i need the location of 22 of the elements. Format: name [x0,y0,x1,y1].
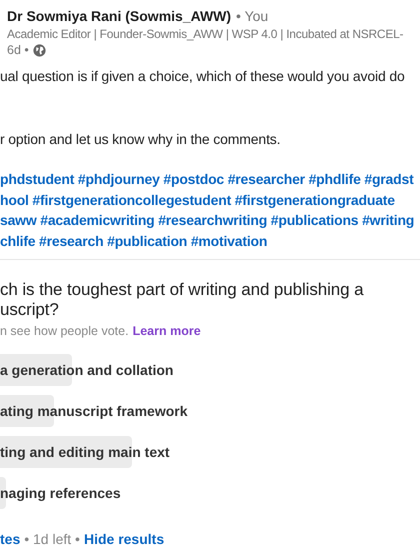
poll-question: ch is the toughest part of writing and publishing a [0,280,365,300]
post-age: 6d • [7,43,29,57]
option-label[interactable]: ating manuscript framework [0,403,188,419]
relation-label: • You [236,8,268,24]
option-label[interactable]: a generation and collation [0,362,174,378]
learn-more-link[interactable]: Learn more [132,324,201,338]
hashtag-line[interactable]: saww #academicwriting #researchwriting #publications #writing [0,210,420,230]
option-label[interactable]: ting and editing main text [0,444,170,460]
globe-icon [32,44,46,56]
votes-link[interactable]: tes [0,531,20,547]
poll-question: uscript? [0,300,60,320]
author-headline: Academic Editor | Founder-Sowmis_AWW | WSP 4.0 | Incubated at NSRCEL- [7,27,404,41]
post-text: ual question is if given a choice, which of these would you avoid do [0,67,406,86]
hide-results-link[interactable]: Hide results [84,531,164,547]
hashtag-line[interactable]: chlife #research #publication #motivation [0,230,420,251]
time-left: • 1d left • [24,531,80,547]
hashtag-line[interactable]: phdstudent #phdjourney #postdoc #researcher #phdlife #gradst [0,169,420,190]
option-label[interactable]: naging references [0,485,121,501]
hashtag-line[interactable]: hool #firstgenerationcollegestudent #firstgenerationgraduate [0,190,420,210]
poll-note: n see how people vote. [0,324,129,338]
post-text: r option and let us know why in the comments. [0,130,282,149]
author-name[interactable]: Dr Sowmiya Rani (Sowmis_AWW) [7,8,232,24]
